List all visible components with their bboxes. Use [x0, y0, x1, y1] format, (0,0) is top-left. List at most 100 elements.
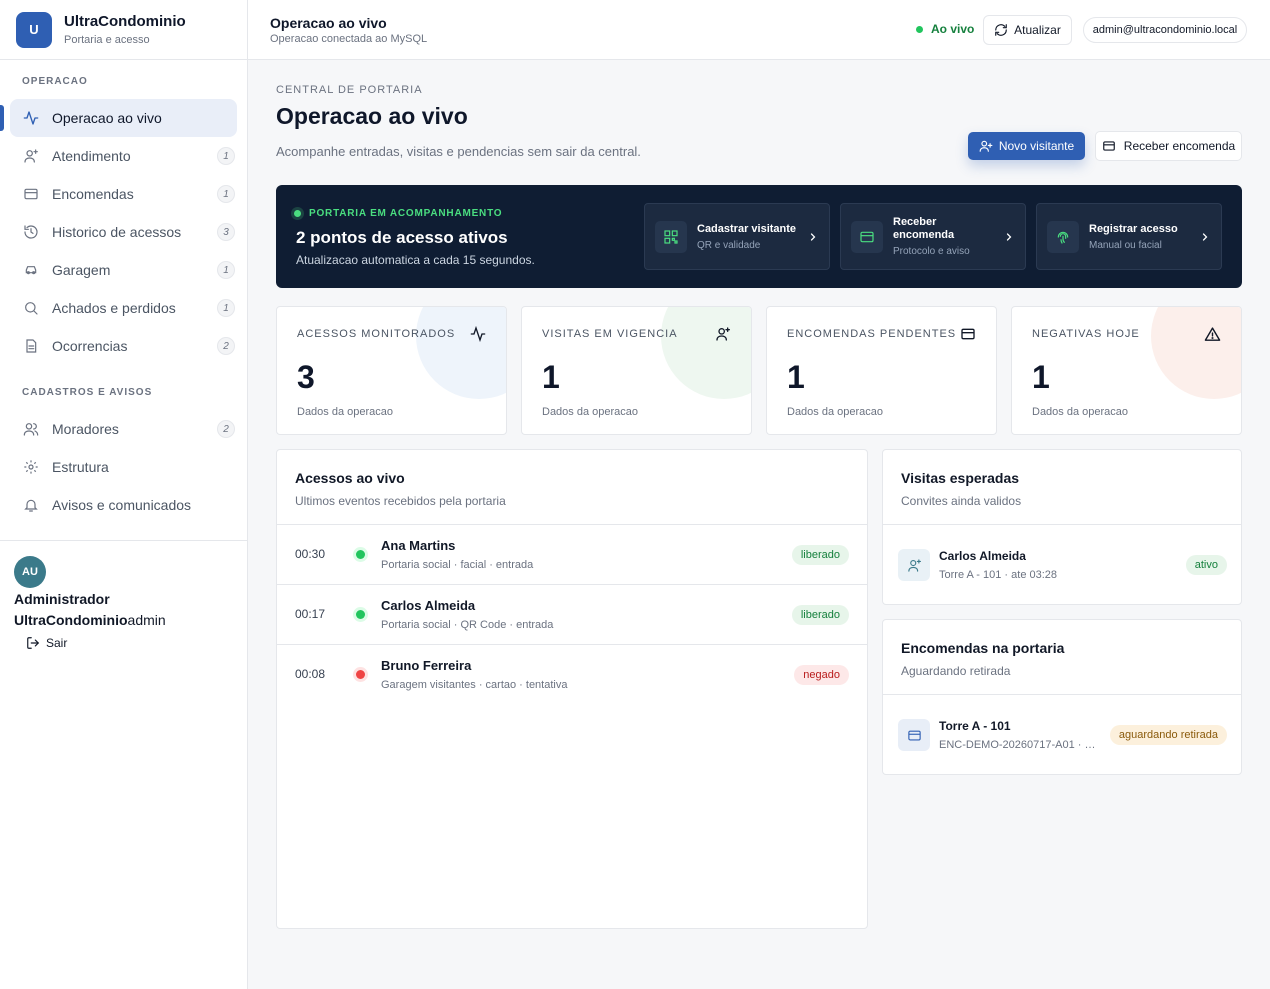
packages-panel: Encomendas na portaria Aguardando retira…	[882, 619, 1242, 775]
search-icon	[22, 299, 40, 317]
sidebar-item-label: Garagem	[52, 262, 111, 278]
refresh-icon	[995, 24, 1007, 36]
fingerprint-icon	[1047, 220, 1079, 253]
brand-logo: U	[16, 11, 52, 48]
user-full-name: Administrador UltraCondominio	[14, 591, 128, 628]
action-title: Cadastrar visitante	[697, 222, 797, 235]
package-meta: ENC-DEMO-20260717-A01 · Lo...	[939, 739, 1099, 751]
live-status: Ao vivo	[916, 22, 974, 36]
receive-package-label: Receber encomenda	[1123, 139, 1236, 153]
count-badge: 1	[217, 147, 235, 165]
decorative-circle	[416, 307, 506, 399]
decorative-circle	[661, 307, 751, 399]
live-access-panel: Acessos ao vivo Ultimos eventos recebido…	[276, 449, 868, 929]
sidebar-item-ocorrencias[interactable]: Ocorrencias 2	[10, 327, 237, 365]
sidebar-item-label: Ocorrencias	[52, 338, 128, 354]
stat-footer: Dados da operacao	[1032, 406, 1129, 418]
stat-card-encomendas: ENCOMENDAS PENDENTES 1 Dados da operacao	[766, 306, 997, 435]
sidebar-item-moradores[interactable]: Moradores 2	[10, 410, 237, 448]
new-visitor-button[interactable]: Novo visitante	[968, 132, 1085, 160]
sidebar-item-garagem[interactable]: Garagem 1	[10, 251, 237, 289]
refresh-label: Atualizar	[1014, 23, 1061, 37]
sidebar-item-historico[interactable]: Historico de acessos 3	[10, 213, 237, 251]
document-icon	[22, 337, 40, 355]
action-subtitle: QR e validade	[697, 239, 761, 251]
event-person: Carlos Almeida	[381, 598, 476, 613]
chevron-right-icon	[1006, 232, 1012, 241]
sidebar-item-label: Historico de acessos	[52, 224, 182, 240]
logout-label: Sair	[46, 636, 68, 650]
event-person: Bruno Ferreira	[381, 658, 472, 673]
sidebar-item-label: Encomendas	[52, 186, 134, 202]
list-item[interactable]: Carlos Almeida Torre A - 101 · ate 03:28…	[883, 525, 1241, 605]
logout-icon	[27, 637, 40, 649]
count-badge: 1	[217, 261, 235, 279]
sidebar-divider	[0, 540, 247, 541]
brand-name: UltraCondominio	[64, 12, 186, 30]
event-time: 00:17	[295, 607, 326, 621]
activity-icon	[22, 109, 40, 127]
count-badge: 3	[217, 223, 235, 241]
banner-tag: PORTARIA EM ACOMPANHAMENTO	[294, 208, 502, 219]
logout-button[interactable]: Sair	[26, 636, 67, 650]
panel-title: Encomendas na portaria	[901, 640, 1065, 656]
sidebar-item-label: Estrutura	[52, 459, 109, 475]
action-registrar-acesso[interactable]: Registrar acesso Manual ou facial	[1036, 203, 1222, 270]
status-dot-icon	[356, 670, 365, 679]
car-icon	[22, 261, 40, 279]
history-icon	[22, 223, 40, 241]
sidebar-item-achados[interactable]: Achados e perdidos 1	[10, 289, 237, 327]
new-visitor-label: Novo visitante	[998, 139, 1075, 153]
stat-footer: Dados da operacao	[542, 406, 639, 418]
table-row[interactable]: 00:08 Bruno Ferreira Garagem visitantes …	[277, 645, 867, 705]
count-badge: 1	[217, 185, 235, 203]
stat-footer: Dados da operacao	[297, 406, 394, 418]
stat-label: VISITAS EM VIGENCIA	[542, 328, 678, 340]
status-dot-icon	[356, 550, 365, 559]
table-row[interactable]: 00:30 Ana Martins Portaria social · faci…	[277, 525, 867, 585]
status-dot-icon	[356, 610, 365, 619]
visitor-name: Carlos Almeida	[939, 549, 1026, 563]
sidebar-item-encomendas[interactable]: Encomendas 1	[10, 175, 237, 213]
brand[interactable]: U UltraCondominio Portaria e acesso	[0, 0, 247, 60]
sidebar-item-operacao-ao-vivo[interactable]: Operacao ao vivo	[0, 99, 237, 137]
stat-label: NEGATIVAS HOJE	[1032, 328, 1140, 340]
stat-card-visitas: VISITAS EM VIGENCIA 1 Dados da operacao	[521, 306, 752, 435]
warning-icon	[1204, 327, 1221, 341]
action-cadastrar-visitante[interactable]: Cadastrar visitante QR e validade	[644, 203, 830, 270]
stat-label: ACESSOS MONITORADOS	[297, 328, 456, 340]
receive-package-button[interactable]: Receber encomenda	[1095, 131, 1242, 161]
visitor-meta: Torre A - 101 · ate 03:28	[939, 569, 1058, 581]
table-row[interactable]: 00:17 Carlos Almeida Portaria social · Q…	[277, 585, 867, 645]
refresh-button[interactable]: Atualizar	[983, 15, 1072, 45]
event-meta: Portaria social · facial · entrada	[381, 559, 534, 571]
users-icon	[22, 420, 40, 438]
action-subtitle: Protocolo e aviso	[893, 246, 970, 257]
monitoring-banner: PORTARIA EM ACOMPANHAMENTO 2 pontos de a…	[276, 185, 1242, 288]
status-badge: liberado	[791, 605, 849, 625]
event-time: 00:08	[295, 667, 326, 681]
avatar: AU	[14, 556, 46, 588]
panel-title: Acessos ao vivo	[295, 470, 405, 486]
sidebar-item-atendimento[interactable]: Atendimento 1	[10, 137, 237, 175]
live-label: Ao vivo	[931, 22, 975, 36]
qr-code-icon	[655, 220, 687, 253]
status-badge: ativo	[1185, 555, 1227, 575]
event-person: Ana Martins	[381, 538, 456, 553]
status-dot-icon	[294, 210, 301, 217]
event-meta: Portaria social · QR Code · entrada	[381, 619, 554, 631]
status-badge: negado	[794, 665, 849, 685]
user-role: admin	[127, 612, 166, 628]
user-email-pill[interactable]: admin@ultracondominio.local	[1083, 17, 1247, 43]
panel-subtitle: Convites ainda validos	[901, 494, 1022, 508]
sidebar-item-avisos[interactable]: Avisos e comunicados	[10, 486, 237, 524]
brand-subtitle: Portaria e acesso	[64, 33, 150, 46]
list-item[interactable]: Torre A - 101 ENC-DEMO-20260717-A01 · Lo…	[883, 695, 1241, 775]
live-dot-icon	[916, 25, 923, 33]
action-receber-encomenda[interactable]: Receber encomenda Protocolo e aviso	[840, 203, 1026, 270]
chevron-right-icon	[810, 232, 816, 241]
stat-card-negativas: NEGATIVAS HOJE 1 Dados da operacao	[1011, 306, 1242, 435]
stat-footer: Dados da operacao	[787, 406, 884, 418]
expected-visits-panel: Visitas esperadas Convites ainda validos…	[882, 449, 1242, 605]
sidebar-item-estrutura[interactable]: Estrutura	[10, 448, 237, 486]
